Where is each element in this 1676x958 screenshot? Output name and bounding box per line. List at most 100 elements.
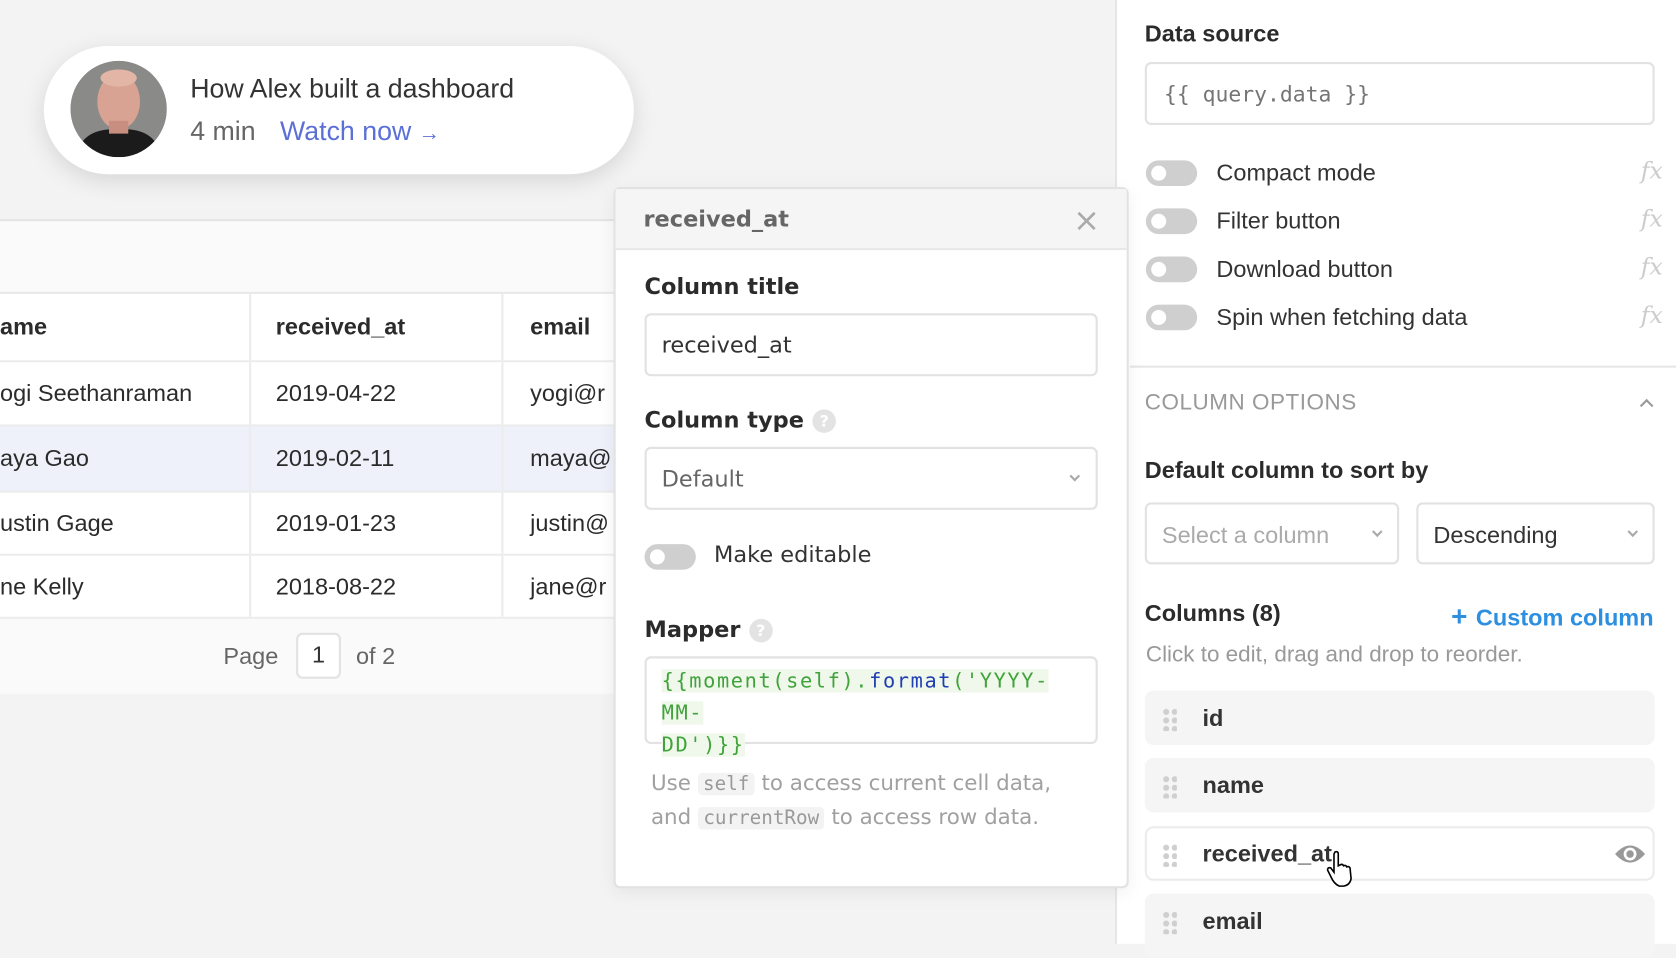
mapper-code-editor[interactable]: {{moment(self).format('YYYY-MM- DD')}} bbox=[644, 656, 1098, 757]
column-item-id[interactable]: id bbox=[1144, 690, 1655, 746]
download-button-toggle[interactable] bbox=[1145, 256, 1198, 283]
download-button-label: Download button bbox=[1216, 255, 1393, 283]
column-type-select[interactable]: Default bbox=[644, 446, 1098, 510]
chevron-down-icon bbox=[1069, 470, 1081, 482]
make-editable-toggle[interactable] bbox=[644, 544, 696, 570]
presenter-avatar bbox=[70, 60, 167, 158]
column-editor-popover: received_at × Column title Column type? … bbox=[613, 187, 1129, 889]
filter-button-label: Filter button bbox=[1216, 207, 1341, 235]
watch-now-label: Watch now bbox=[280, 116, 412, 147]
video-duration: 4 min bbox=[190, 116, 256, 147]
arrow-right-icon: → bbox=[418, 121, 441, 146]
column-options-header[interactable]: COLUMN OPTIONS bbox=[1145, 390, 1357, 416]
cell-email: justin@ bbox=[530, 509, 609, 537]
column-type-label-text: Column type bbox=[644, 407, 804, 433]
cell-received-at: 2019-04-22 bbox=[251, 362, 504, 425]
cell-received-at: 2019-02-11 bbox=[251, 426, 504, 491]
eye-icon[interactable] bbox=[1614, 843, 1646, 864]
cell-name: ogi Seethanraman bbox=[0, 362, 252, 425]
columns-hint: Click to edit, drag and drop to reorder. bbox=[1145, 642, 1523, 667]
drag-handle-icon[interactable] bbox=[1161, 910, 1177, 935]
hint-code: self bbox=[697, 772, 755, 796]
table-row-selected[interactable]: aya Gao 2019-02-11 maya@ bbox=[0, 426, 615, 493]
drag-handle-icon[interactable] bbox=[1161, 843, 1177, 867]
column-title-label: Column title bbox=[644, 273, 800, 300]
data-source-label: Data source bbox=[1144, 20, 1280, 48]
drag-handle-icon[interactable] bbox=[1161, 707, 1177, 732]
fx-icon[interactable]: fx bbox=[1641, 158, 1663, 185]
mapper-label: Mapper? bbox=[645, 617, 773, 643]
hand-cursor-icon bbox=[1326, 850, 1352, 887]
divider bbox=[1129, 365, 1676, 368]
column-item-label: received_at bbox=[1202, 840, 1332, 867]
column-header-received-at[interactable]: received_at bbox=[251, 293, 504, 361]
data-source-input[interactable] bbox=[1144, 61, 1655, 126]
mapper-hint: Use self to access current cell data, an… bbox=[651, 766, 1100, 834]
close-icon[interactable]: × bbox=[1073, 202, 1100, 239]
spin-when-fetching-label: Spin when fetching data bbox=[1216, 303, 1468, 331]
chevron-down-icon bbox=[1627, 526, 1639, 538]
make-editable-label: Make editable bbox=[714, 541, 872, 568]
code-token: format bbox=[869, 669, 953, 693]
sort-column-select[interactable]: Select a column bbox=[1144, 502, 1400, 565]
pagination: Page 1 of 2 bbox=[0, 618, 615, 694]
column-header-email[interactable]: email bbox=[503, 294, 614, 360]
help-icon[interactable]: ? bbox=[812, 409, 837, 433]
cell-name: aya Gao bbox=[0, 426, 252, 491]
code-token: DD')}} bbox=[661, 733, 745, 757]
video-title: How Alex built a dashboard bbox=[190, 73, 515, 104]
columns-count-label: Columns (8) bbox=[1144, 599, 1281, 627]
column-item-label: email bbox=[1202, 907, 1263, 935]
page-number-input[interactable]: 1 bbox=[296, 632, 341, 679]
cell-received-at: 2018-08-22 bbox=[251, 555, 504, 617]
column-type-value: Default bbox=[661, 466, 744, 492]
spin-when-fetching-toggle[interactable] bbox=[1145, 304, 1198, 331]
popover-header: received_at × bbox=[615, 189, 1127, 251]
column-item-email[interactable]: email bbox=[1144, 893, 1655, 958]
chevron-up-icon[interactable] bbox=[1639, 398, 1654, 413]
watch-now-link[interactable]: Watch now → bbox=[280, 117, 440, 148]
table-toolbar bbox=[0, 221, 615, 294]
hint-text: to access row data. bbox=[831, 803, 1040, 830]
sort-label: Default column to sort by bbox=[1144, 456, 1429, 484]
compact-mode-label: Compact mode bbox=[1216, 159, 1376, 186]
fx-icon[interactable]: fx bbox=[1641, 254, 1663, 281]
table-row[interactable]: ogi Seethanraman 2019-04-22 yogi@r bbox=[0, 362, 615, 427]
sort-direction-select[interactable]: Descending bbox=[1416, 502, 1655, 565]
hint-text: and bbox=[650, 803, 692, 830]
filter-button-toggle[interactable] bbox=[1145, 208, 1198, 235]
custom-column-label: Custom column bbox=[1475, 603, 1654, 631]
column-item-name[interactable]: name bbox=[1144, 757, 1655, 813]
custom-column-button[interactable]: + Custom column bbox=[1451, 600, 1653, 633]
table-row[interactable]: ne Kelly 2018-08-22 jane@r bbox=[0, 555, 615, 619]
inspector-panel: Data source Compact mode fx Filter butto… bbox=[1114, 0, 1676, 958]
column-header-name[interactable]: ame bbox=[0, 293, 252, 361]
cell-email: yogi@r bbox=[530, 379, 606, 407]
hint-code: currentRow bbox=[697, 807, 825, 830]
column-item-received-at[interactable]: received_at bbox=[1144, 826, 1655, 887]
drag-handle-icon[interactable] bbox=[1161, 774, 1177, 799]
column-item-label: name bbox=[1202, 771, 1264, 799]
cell-name: ustin Gage bbox=[0, 492, 252, 554]
fx-icon[interactable]: fx bbox=[1641, 206, 1663, 233]
hint-text: to access current cell data, bbox=[761, 769, 1052, 796]
video-tutorial-card[interactable]: How Alex built a dashboard 4 min Watch n… bbox=[43, 45, 634, 175]
cell-received-at: 2019-01-23 bbox=[251, 492, 504, 554]
cell-name: ne Kelly bbox=[0, 555, 252, 617]
data-table: ame received_at email ogi Seethanraman 2… bbox=[0, 219, 615, 694]
code-token: {{moment(self). bbox=[661, 669, 870, 693]
sort-column-placeholder: Select a column bbox=[1161, 521, 1330, 549]
page-total: of 2 bbox=[355, 642, 396, 670]
chevron-down-icon bbox=[1371, 526, 1383, 538]
column-item-label: id bbox=[1202, 704, 1224, 732]
mapper-label-text: Mapper bbox=[644, 616, 741, 643]
column-title-input[interactable] bbox=[644, 313, 1098, 377]
popover-title: received_at bbox=[643, 206, 790, 232]
fx-icon[interactable]: fx bbox=[1641, 302, 1663, 329]
column-type-label: Column type? bbox=[644, 407, 837, 433]
cell-email: jane@r bbox=[530, 572, 607, 600]
help-icon[interactable]: ? bbox=[749, 618, 773, 643]
compact-mode-toggle[interactable] bbox=[1145, 160, 1198, 186]
plus-icon: + bbox=[1451, 599, 1468, 632]
table-row[interactable]: ustin Gage 2019-01-23 justin@ bbox=[0, 492, 615, 556]
